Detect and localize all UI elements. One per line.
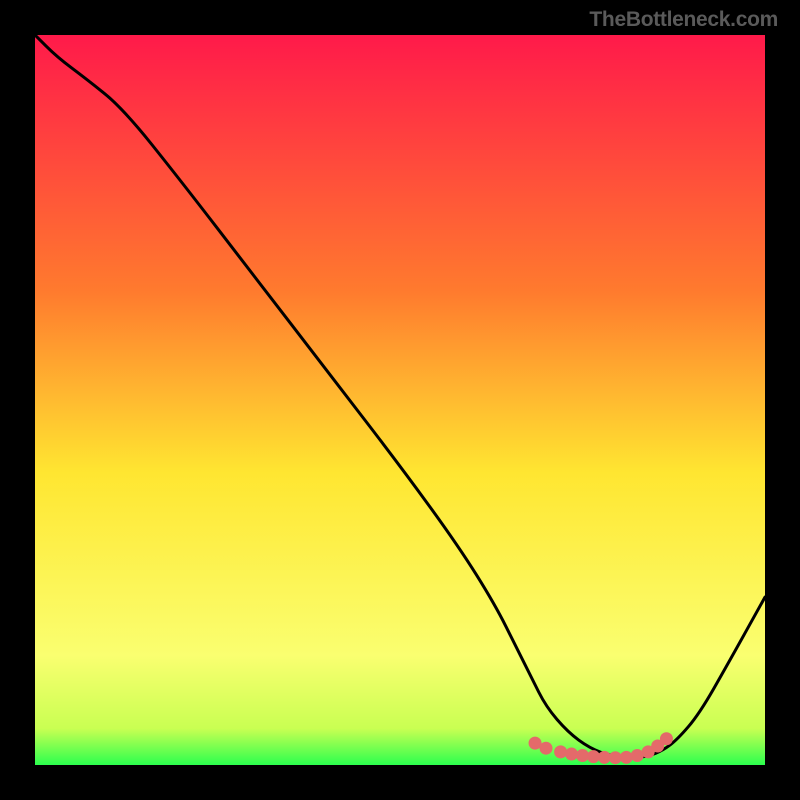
optimal-dot bbox=[554, 745, 567, 758]
plot-area bbox=[35, 35, 765, 765]
chart-svg bbox=[35, 35, 765, 765]
optimal-dot bbox=[620, 751, 633, 764]
gradient-background bbox=[35, 35, 765, 765]
attribution-label: TheBottleneck.com bbox=[589, 8, 778, 32]
optimal-dot bbox=[565, 748, 578, 761]
optimal-dot bbox=[660, 732, 673, 745]
chart-container: TheBottleneck.com bbox=[0, 0, 800, 800]
optimal-dot bbox=[540, 742, 553, 755]
